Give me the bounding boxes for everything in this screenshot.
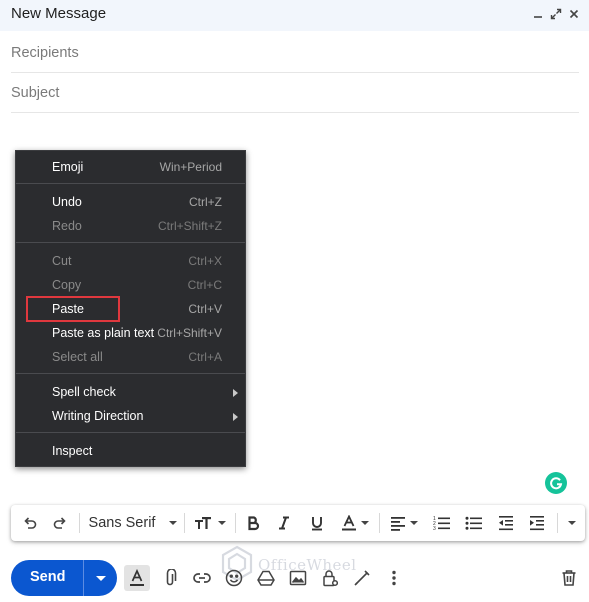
menu-item-select-all: Select all Ctrl+A xyxy=(52,350,222,364)
grammarly-icon[interactable] xyxy=(545,472,567,494)
more-options-icon[interactable] xyxy=(381,565,407,591)
formatting-toolbar: Sans Serif 123 xyxy=(11,505,585,541)
svg-text:3: 3 xyxy=(433,526,436,531)
toolbar-divider xyxy=(79,513,80,533)
trash-icon[interactable] xyxy=(556,565,582,591)
font-size-icon[interactable] xyxy=(192,512,228,534)
formatting-options-icon[interactable] xyxy=(124,565,150,591)
send-options-button[interactable] xyxy=(84,560,117,596)
link-icon[interactable] xyxy=(189,565,215,591)
signature-icon[interactable] xyxy=(349,565,375,591)
undo-icon[interactable] xyxy=(19,512,41,534)
send-button[interactable]: Send xyxy=(11,560,117,596)
menu-item-spell-check[interactable]: Spell check xyxy=(16,382,245,404)
toolbar-divider xyxy=(379,513,380,533)
menu-divider xyxy=(16,373,245,374)
indent-more-icon[interactable] xyxy=(525,512,549,534)
compose-header: New Message xyxy=(0,0,589,31)
toolbar-divider xyxy=(235,513,236,533)
recipients-field[interactable]: Recipients xyxy=(11,33,579,73)
redo-icon[interactable] xyxy=(49,512,71,534)
chevron-down-icon xyxy=(95,575,106,581)
toolbar-divider xyxy=(184,513,185,533)
menu-item-inspect[interactable]: Inspect xyxy=(16,441,245,463)
recipients-placeholder: Recipients xyxy=(11,45,79,61)
menu-item-writing-direction[interactable]: Writing Direction xyxy=(16,406,245,428)
minimize-icon[interactable] xyxy=(530,5,546,23)
bold-icon[interactable] xyxy=(242,512,264,534)
italic-icon[interactable] xyxy=(273,512,295,534)
menu-item-paste-plain-text[interactable]: Paste as plain text Ctrl+Shift+V xyxy=(16,323,245,345)
context-menu: Emoji Win+Period Undo Ctrl+Z Redo Ctrl+S… xyxy=(15,150,246,467)
compose-title: New Message xyxy=(11,5,107,22)
submenu-arrow-icon xyxy=(233,413,238,421)
menu-item-undo[interactable]: Undo Ctrl+Z xyxy=(16,192,245,214)
chevron-down-icon xyxy=(218,521,226,525)
bulleted-list-icon[interactable] xyxy=(462,512,486,534)
indent-less-icon[interactable] xyxy=(494,512,518,534)
paste-highlight-box xyxy=(26,296,120,322)
menu-divider xyxy=(16,432,245,433)
menu-divider xyxy=(16,242,245,243)
menu-item-cut: Cut Ctrl+X xyxy=(52,254,222,268)
submenu-arrow-icon xyxy=(233,389,238,397)
chevron-down-icon xyxy=(169,521,178,525)
menu-item-redo: Redo Ctrl+Shift+Z xyxy=(52,219,222,233)
close-icon[interactable] xyxy=(566,5,582,23)
chevron-down-icon xyxy=(361,521,369,525)
toolbar-divider xyxy=(557,513,558,533)
subject-field[interactable]: Subject xyxy=(11,73,579,113)
attach-icon[interactable] xyxy=(157,565,183,591)
align-icon[interactable] xyxy=(386,512,422,534)
chevron-down-icon xyxy=(410,521,418,525)
menu-item-copy: Copy Ctrl+C xyxy=(52,278,222,292)
photo-icon[interactable] xyxy=(285,565,311,591)
text-color-icon[interactable] xyxy=(338,512,372,534)
menu-item-emoji[interactable]: Emoji Win+Period xyxy=(16,157,245,179)
subject-placeholder: Subject xyxy=(11,85,60,101)
emoji-icon[interactable] xyxy=(221,565,247,591)
underline-icon[interactable] xyxy=(306,512,328,534)
font-family-select[interactable]: Sans Serif xyxy=(87,512,179,534)
more-formatting-icon[interactable] xyxy=(562,512,582,534)
expand-icon[interactable] xyxy=(548,5,564,23)
menu-divider xyxy=(16,183,245,184)
confidential-icon[interactable] xyxy=(317,565,343,591)
numbered-list-icon[interactable]: 123 xyxy=(430,512,454,534)
drive-icon[interactable] xyxy=(253,565,279,591)
